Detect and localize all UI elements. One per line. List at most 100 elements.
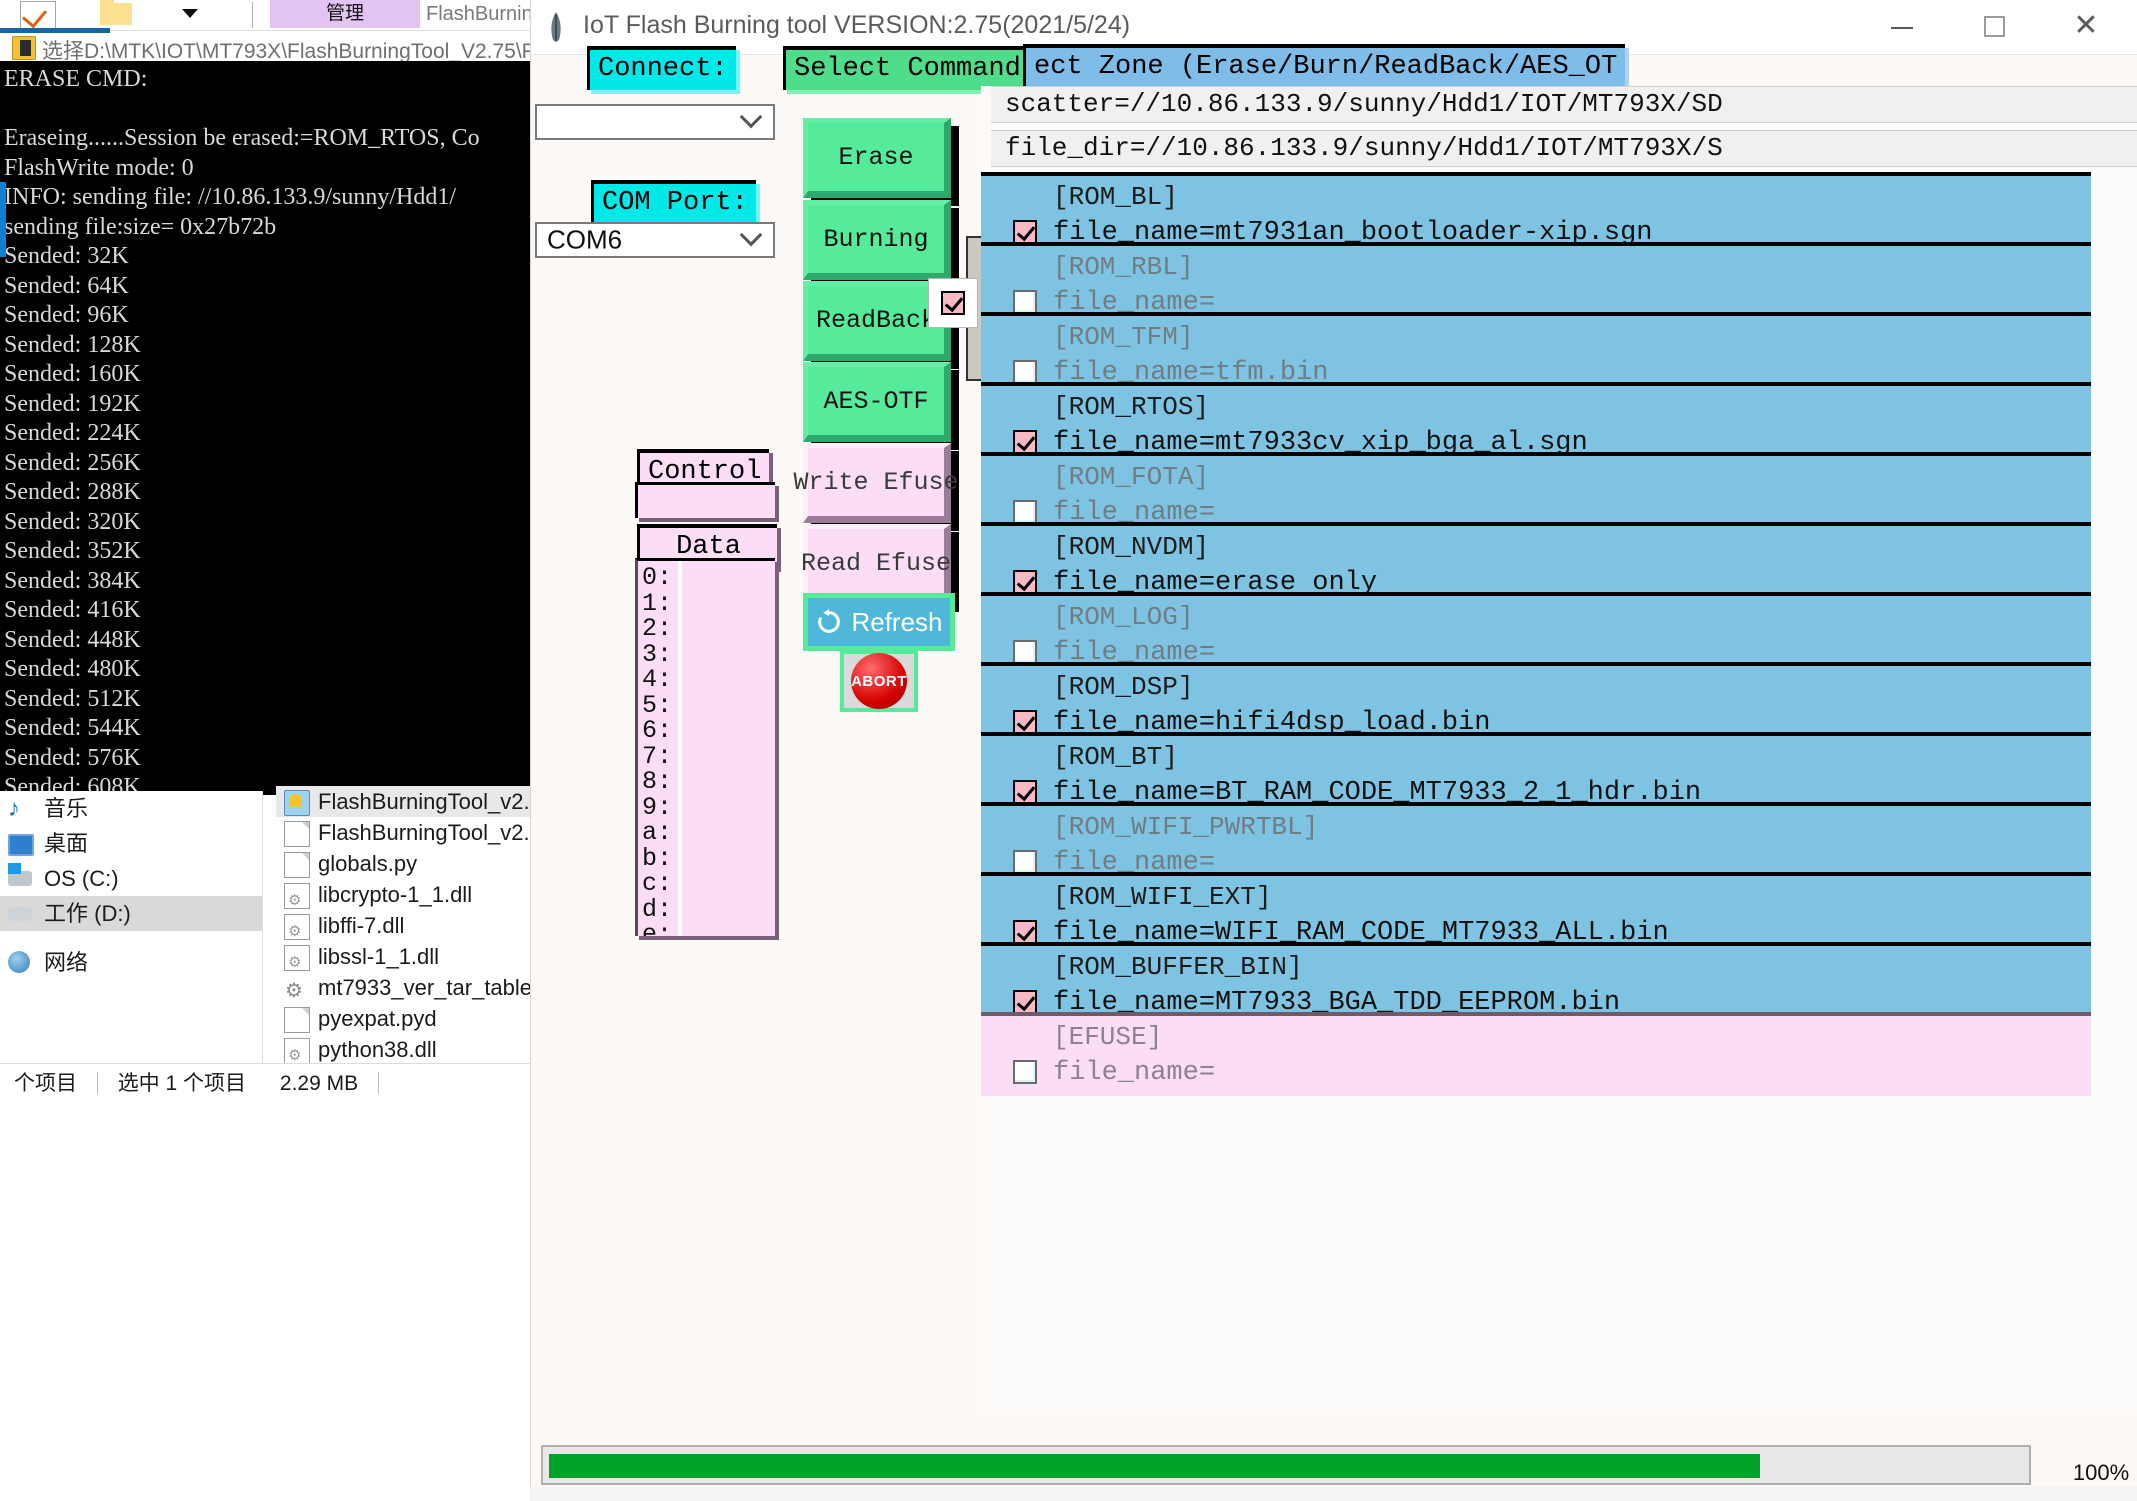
data-hex-row: 7:	[642, 741, 673, 771]
progress-bar-container	[541, 1445, 2031, 1485]
rom-section-label: [EFUSE]	[1053, 1022, 1163, 1052]
nav-item[interactable]: ♪ 音乐	[0, 791, 262, 826]
rom-enable-checkbox[interactable]	[1013, 570, 1037, 594]
dll-file-icon	[284, 883, 310, 910]
rom-section-label: [ROM_FOTA]	[1053, 462, 1210, 492]
refresh-button[interactable]: Refresh	[803, 593, 955, 651]
app-feather-icon	[551, 12, 561, 42]
progress-percent-label: 100%	[2072, 1460, 2130, 1485]
command-button-aes-otf[interactable]: AES-OTF	[803, 362, 951, 442]
com-port-select[interactable]: COM6	[535, 222, 775, 258]
command-button-label: Read Efuse	[800, 548, 952, 578]
data-hex-row: e:	[642, 920, 673, 936]
nav-item[interactable]: 桌面	[0, 826, 262, 861]
connect-select[interactable]	[535, 104, 775, 140]
rom-enable-checkbox[interactable]	[1013, 780, 1037, 804]
nav-item[interactable]: 网络	[0, 945, 262, 980]
drive-work-icon	[8, 907, 32, 921]
folder-icon[interactable]	[100, 0, 132, 25]
tab-manage[interactable]: 管理	[270, 0, 420, 28]
rom-file-name-label: file_name=	[1053, 1058, 1216, 1088]
command-button-write-efuse[interactable]: Write Efuse	[793, 443, 959, 523]
data-hex-row: 6:	[642, 716, 673, 745]
drive-os-icon	[8, 863, 32, 886]
refresh-label: Refresh	[851, 606, 943, 637]
command-button-read-efuse[interactable]: Read Efuse	[800, 524, 952, 604]
command-button-label: ReadBack	[815, 305, 937, 335]
desktop-icon	[8, 834, 34, 856]
data-hex-row: 1:	[642, 588, 673, 618]
close-button[interactable]: ✕	[2040, 0, 2132, 52]
gear-file-icon	[284, 976, 308, 1003]
file-name-label: libcrypto-1_1.dll	[318, 882, 473, 907]
tool-title-text: IoT Flash Burning tool VERSION:2.75(2021…	[583, 11, 1131, 39]
rom-zone-card[interactable]: [EFUSE] file_name=	[981, 1012, 2091, 1096]
rom-section-label: [ROM_DSP]	[1053, 672, 1194, 702]
minimize-button[interactable]	[1856, 0, 1948, 52]
select-all-checkbox[interactable]	[20, 1, 56, 29]
data-hex-row: b:	[642, 843, 673, 873]
rom-enable-checkbox[interactable]	[1013, 220, 1037, 244]
python-file-icon	[284, 790, 310, 816]
scatter-path-row[interactable]: scatter=//10.86.133.9/sunny/Hdd1/IOT/MT7…	[991, 86, 2137, 123]
rom-section-label: [ROM_WIFI_EXT]	[1053, 882, 1272, 912]
console-side-indicator	[0, 182, 6, 257]
nav-item-label: 桌面	[44, 831, 89, 856]
status-selection: 选中 1 个项目	[117, 1072, 247, 1095]
file-name-label: globals.py	[318, 851, 418, 876]
file-name-label: libssl-1_1.dll	[318, 944, 440, 969]
file-dir-path-row[interactable]: file_dir=//10.86.133.9/sunny/Hdd1/IOT/MT…	[991, 130, 2137, 167]
chevron-down-icon	[739, 223, 763, 247]
chevron-down-icon	[739, 105, 763, 129]
data-hex-row: a:	[642, 818, 673, 847]
com-port-value: COM6	[547, 224, 623, 255]
data-hex-row: 9:	[642, 792, 673, 822]
nav-item-label: 网络	[44, 950, 89, 975]
data-column-divider	[678, 561, 682, 936]
data-hex-list[interactable]: 0:1:2:3:4:5:6:7:8:9:a:b:c:d:e:f:	[635, 558, 775, 936]
generic-file-icon	[284, 821, 310, 847]
music-note-icon: ♪	[8, 795, 20, 822]
nav-item[interactable]: OS (C:)	[0, 861, 262, 896]
command-button-label: AES-OTF	[823, 386, 929, 416]
rom-section-label: [ROM_BL]	[1053, 182, 1178, 212]
connect-label: Connect:	[587, 46, 736, 90]
network-icon	[8, 951, 30, 973]
rom-section-label: [ROM_LOG]	[1053, 602, 1194, 632]
control-value-field[interactable]	[635, 482, 775, 518]
abort-button[interactable]: ABORT	[840, 650, 918, 712]
file-name-label: libffi-7.dll	[318, 913, 405, 938]
nav-item[interactable]: 工作 (D:)	[0, 896, 262, 931]
nav-item-label: 音乐	[44, 796, 89, 821]
rom-enable-checkbox[interactable]	[1013, 500, 1037, 524]
rom-enable-checkbox[interactable]	[1013, 360, 1037, 384]
rom-enable-checkbox[interactable]	[1013, 710, 1037, 734]
rom-enable-checkbox[interactable]	[1013, 920, 1037, 944]
chevron-down-icon[interactable]	[182, 9, 198, 18]
explorer-nav-pane[interactable]: ♪ 音乐桌面 OS (C:) 工作 (D:) 网络	[0, 791, 262, 1061]
status-divider-1	[96, 1072, 98, 1094]
dll-file-icon	[284, 914, 310, 941]
nav-item-label: 工作 (D:)	[44, 901, 131, 926]
rom-enable-checkbox[interactable]	[1013, 850, 1037, 874]
data-hex-row: 4:	[642, 665, 673, 694]
maximize-button[interactable]	[1948, 0, 2040, 52]
bottom-strip	[530, 1487, 2137, 1501]
zone-select-all-checkbox[interactable]	[928, 278, 978, 328]
command-button-label: Burning	[823, 224, 929, 254]
command-button-burning[interactable]: Burning	[803, 200, 951, 280]
rom-enable-checkbox[interactable]	[1013, 430, 1037, 454]
check-icon	[22, 2, 47, 29]
rom-enable-checkbox[interactable]	[1013, 990, 1037, 1014]
progress-bar-fill	[549, 1454, 1760, 1478]
data-hex-row: 0:	[642, 563, 673, 592]
rom-enable-checkbox[interactable]	[1013, 640, 1037, 664]
rom-enable-checkbox[interactable]	[1013, 1060, 1037, 1084]
data-hex-row: c:	[642, 869, 673, 898]
dll-file-icon	[284, 1038, 310, 1065]
rom-section-label: [ROM_WIFI_PWRTBL]	[1053, 812, 1319, 842]
check-icon	[941, 291, 965, 315]
console-output: ERASE CMD: Eraseing......Session be eras…	[0, 61, 534, 795]
rom-enable-checkbox[interactable]	[1013, 290, 1037, 314]
command-button-erase[interactable]: Erase	[803, 118, 951, 198]
